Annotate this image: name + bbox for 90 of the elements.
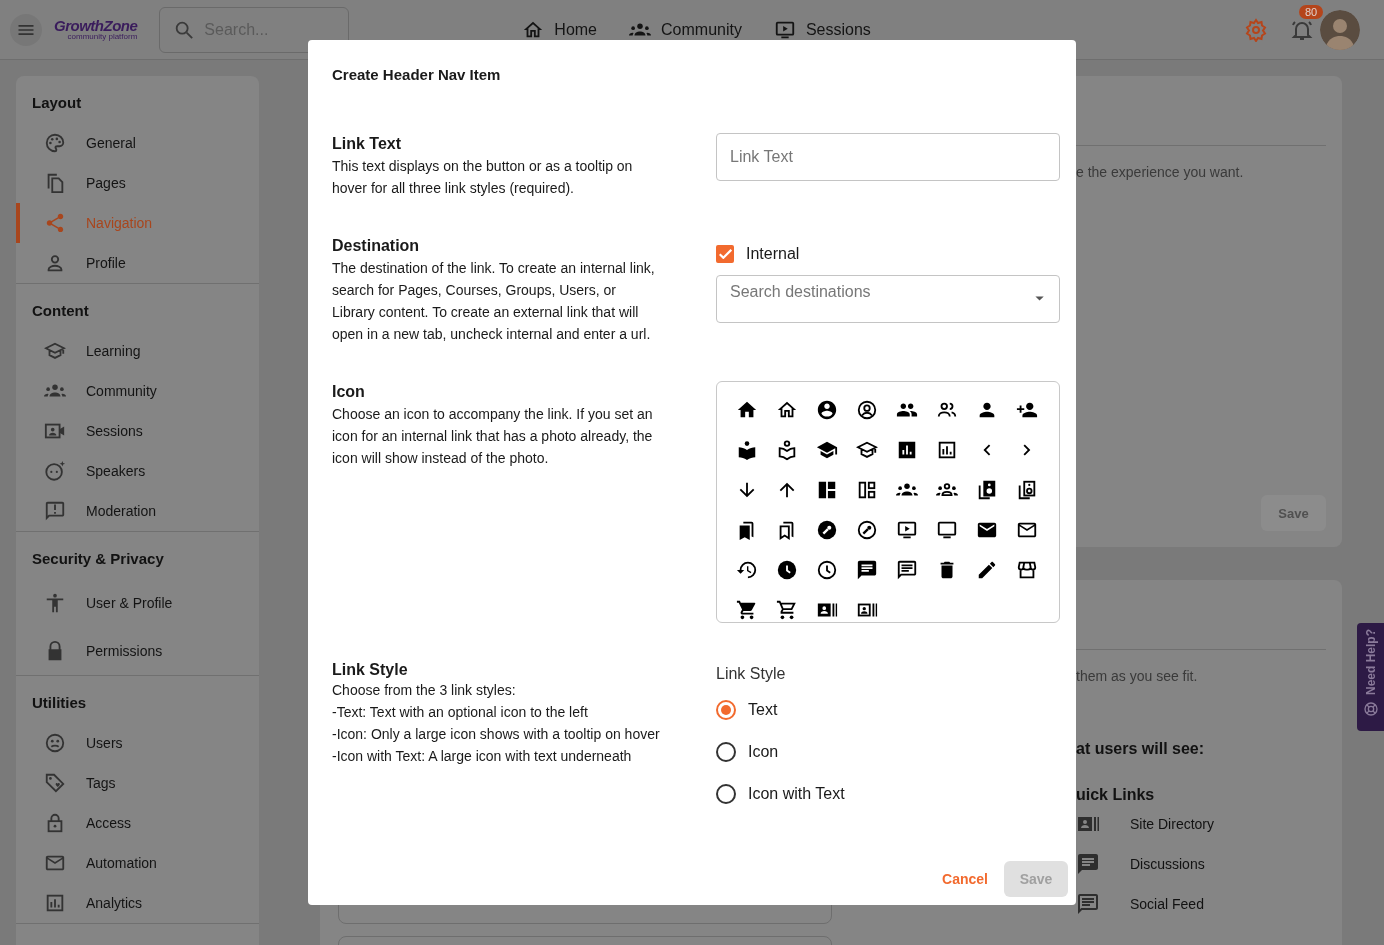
radio-option[interactable]: Text bbox=[716, 689, 778, 731]
section-description: This text displays on the button or as a tooltip on hover for all three link styles (required). bbox=[332, 157, 634, 198]
monitor-icon bbox=[936, 519, 958, 541]
section-title: Content bbox=[32, 302, 90, 319]
graduation-cap-icon bbox=[856, 439, 878, 461]
share-icon bbox=[44, 212, 66, 234]
cart-icon bbox=[776, 599, 798, 621]
section-title: Icon bbox=[332, 383, 366, 401]
bar-chart-icon bbox=[896, 439, 918, 461]
graduation-cap-icon bbox=[44, 340, 66, 362]
description-line: -Icon: Only a large icon shows with a tooltip on hover bbox=[332, 725, 660, 744]
sidebar-item[interactable]: General bbox=[16, 123, 259, 163]
user-circle-icon bbox=[856, 399, 878, 421]
palette-icon bbox=[44, 132, 66, 154]
preview-heading: at users will see: bbox=[1076, 740, 1206, 758]
nav-link[interactable]: Sessions bbox=[773, 18, 871, 41]
logo[interactable]: GrowthZone community platform bbox=[54, 18, 138, 41]
section-description: The destination of the link. To create an internal link, search for Pages, Courses, Groups, Users, or Library content. To create an external link that will open in a new tab, uncheck internal and enter a url. bbox=[332, 259, 656, 344]
destination-select[interactable]: Search destinations bbox=[716, 275, 1060, 323]
chat-icon bbox=[896, 559, 918, 581]
book-icon bbox=[776, 439, 798, 461]
sidebar-item[interactable]: Learning bbox=[16, 331, 259, 371]
help-tab[interactable]: Need Help? bbox=[1357, 623, 1384, 731]
section-title: Link Style bbox=[332, 661, 409, 679]
section-title: Utilities bbox=[32, 694, 88, 711]
chevron-right-icon bbox=[1023, 444, 1031, 456]
lifebuoy-icon bbox=[1362, 701, 1379, 717]
notification-badge: 80 bbox=[1299, 4, 1324, 19]
card-description: e the experience you want. bbox=[1076, 164, 1245, 180]
checkbox[interactable] bbox=[716, 245, 734, 263]
dialog-title: Create Header Nav Item bbox=[332, 65, 502, 85]
section-title: Layout bbox=[32, 94, 83, 111]
sidebar-item[interactable]: Users bbox=[16, 723, 259, 763]
sidebar-item[interactable]: Automation bbox=[16, 843, 259, 883]
cart-icon bbox=[736, 599, 758, 621]
radio-option[interactable]: Icon bbox=[716, 731, 779, 773]
sidebar-item[interactable]: Speakers bbox=[16, 451, 259, 491]
group-label: Link Style bbox=[716, 665, 787, 683]
check-icon bbox=[718, 249, 732, 259]
card-description: them as you see fit. bbox=[1076, 668, 1199, 684]
sidebar-item[interactable]: Pages bbox=[16, 163, 259, 203]
description-line: Choose from the 3 link styles: bbox=[332, 681, 517, 700]
caret-icon bbox=[1034, 296, 1044, 301]
description-line: -Icon with Text: A large icon with text underneath bbox=[332, 747, 633, 766]
quick-link[interactable]: Discussions bbox=[1130, 856, 1205, 872]
nav-link[interactable]: Community bbox=[629, 18, 742, 41]
sidebar-item[interactable]: Access bbox=[16, 803, 259, 843]
chat-icon bbox=[1076, 852, 1100, 876]
history-icon bbox=[736, 559, 758, 581]
dashboard-icon bbox=[856, 479, 878, 501]
cancel-button[interactable]: Cancel bbox=[942, 871, 988, 887]
pencil-icon bbox=[976, 559, 998, 581]
link-text-field[interactable]: Link Text bbox=[716, 133, 1060, 181]
section-title: Destination bbox=[332, 237, 421, 255]
bar-chart-icon bbox=[936, 439, 958, 461]
sidebar-item[interactable]: Analytics bbox=[16, 883, 259, 923]
nav-link[interactable]: Home bbox=[522, 18, 597, 41]
quick-link[interactable]: Site Directory bbox=[1130, 816, 1215, 832]
chat-icon bbox=[856, 559, 878, 581]
report-icon bbox=[44, 500, 66, 522]
chevron-left-icon bbox=[983, 444, 991, 456]
menu-button[interactable] bbox=[10, 13, 42, 46]
section-title: Security & Privacy bbox=[32, 550, 165, 567]
sidebar-item[interactable]: Profile bbox=[16, 243, 259, 283]
clock-icon bbox=[816, 559, 838, 581]
accessibility-icon bbox=[44, 592, 66, 614]
sidebar-item[interactable]: Permissions bbox=[16, 627, 259, 675]
store-icon bbox=[1016, 559, 1038, 581]
bar-chart-icon bbox=[44, 892, 66, 914]
dashboard-icon bbox=[816, 479, 838, 501]
chat-icon bbox=[1076, 892, 1100, 916]
book-icon bbox=[736, 439, 758, 461]
sidebar-item[interactable]: Sessions bbox=[16, 411, 259, 451]
description-line: -Text: Text with an optional icon to the left bbox=[332, 703, 589, 722]
sidebar-item[interactable]: Tags bbox=[16, 763, 259, 803]
graduation-cap-icon bbox=[816, 439, 838, 461]
preview-subheading: uick Links bbox=[1076, 786, 1156, 804]
radio-option[interactable]: Icon with Text bbox=[716, 773, 845, 815]
section-description: Choose an icon to accompany the link. If you set an icon for an internal link that has a photo already, the icon will show instead of the photo. bbox=[332, 405, 654, 468]
sidebar-item[interactable]: Community bbox=[16, 371, 259, 411]
section-title: Link Text bbox=[332, 135, 403, 153]
play-screen-icon bbox=[896, 519, 918, 541]
quick-link[interactable]: Social Feed bbox=[1130, 896, 1204, 912]
speaker-icon bbox=[1016, 479, 1038, 501]
sidebar-item[interactable]: Moderation bbox=[16, 491, 259, 531]
tag-icon bbox=[44, 772, 66, 794]
checkbox-label: Internal bbox=[746, 245, 800, 263]
speaker-icon bbox=[976, 479, 998, 501]
sidebar-item[interactable]: User & Profile bbox=[16, 579, 259, 627]
clock-icon bbox=[776, 559, 798, 581]
